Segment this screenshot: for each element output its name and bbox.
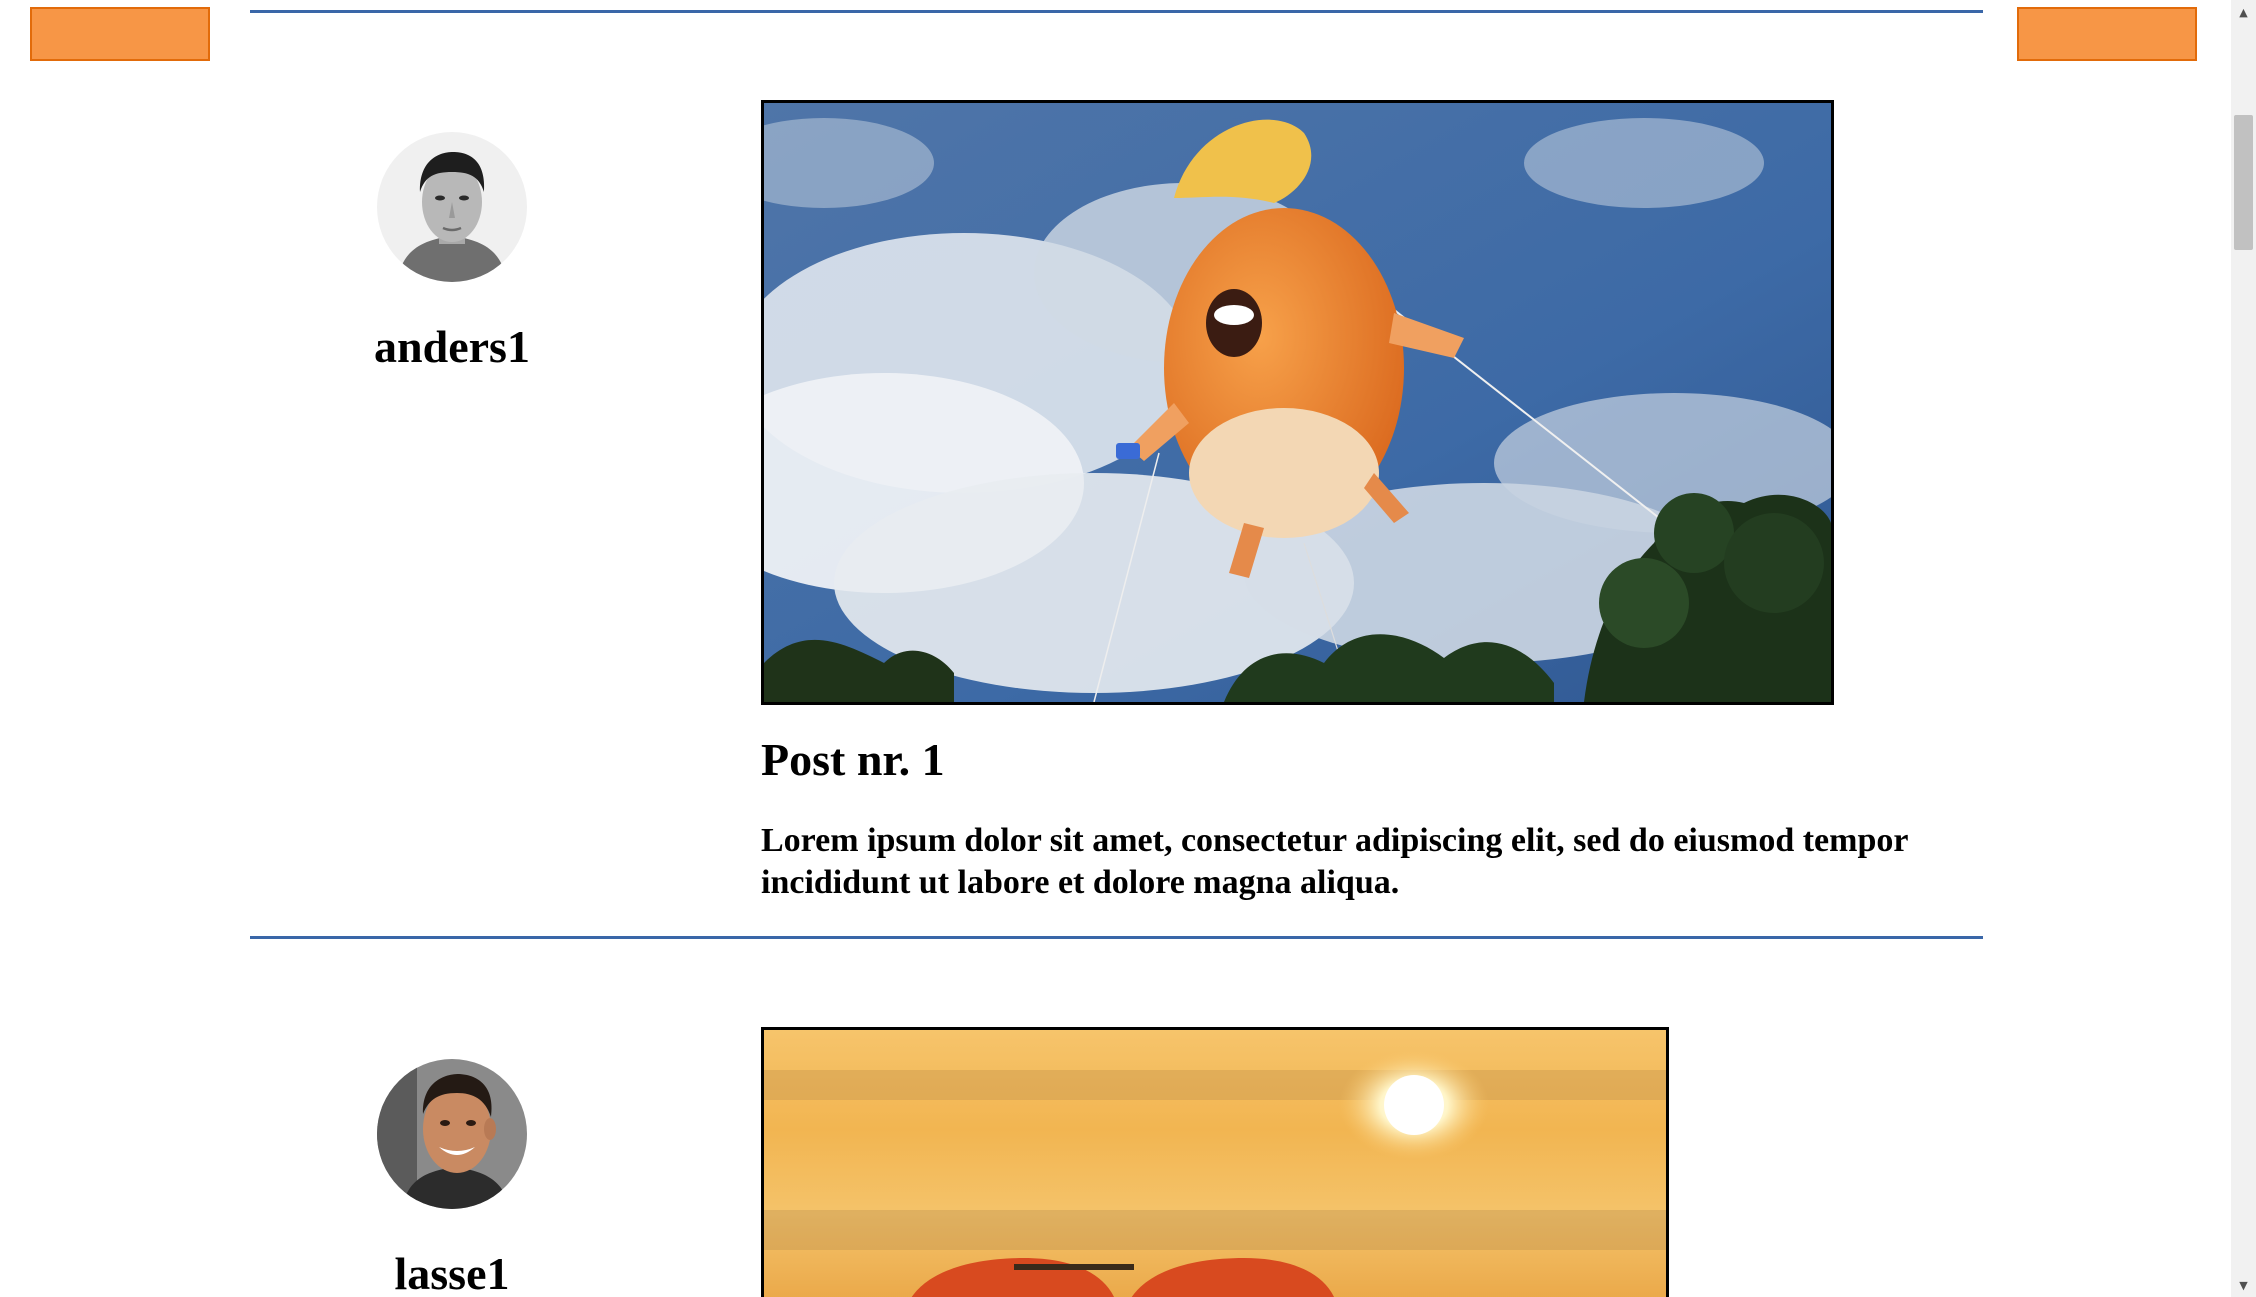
left-nav-button[interactable] [30, 7, 210, 61]
right-nav-button[interactable] [2017, 7, 2197, 61]
vertical-scrollbar[interactable]: ▲ ▼ [2231, 0, 2256, 1297]
scroll-up-arrow-icon[interactable]: ▲ [2231, 0, 2256, 24]
scroll-thumb[interactable] [2234, 115, 2253, 250]
post-image[interactable] [761, 100, 1834, 705]
post-username[interactable]: anders1 [252, 321, 652, 373]
post-title: Post nr. 1 [761, 734, 945, 785]
avatar-anders1[interactable] [377, 132, 527, 282]
avatar-lasse1[interactable] [377, 1059, 527, 1209]
post-divider [250, 10, 1983, 13]
post-username[interactable]: lasse1 [252, 1248, 652, 1297]
post-image[interactable] [761, 1027, 1669, 1297]
scroll-down-arrow-icon[interactable]: ▼ [2231, 1273, 2256, 1297]
post-divider [250, 936, 1983, 939]
post-body: Lorem ipsum dolor sit amet, consectetur … [761, 822, 1908, 901]
feed-page: anders1 Post nr. 1 Lorem ipsum dolor sit… [0, 0, 2256, 1297]
